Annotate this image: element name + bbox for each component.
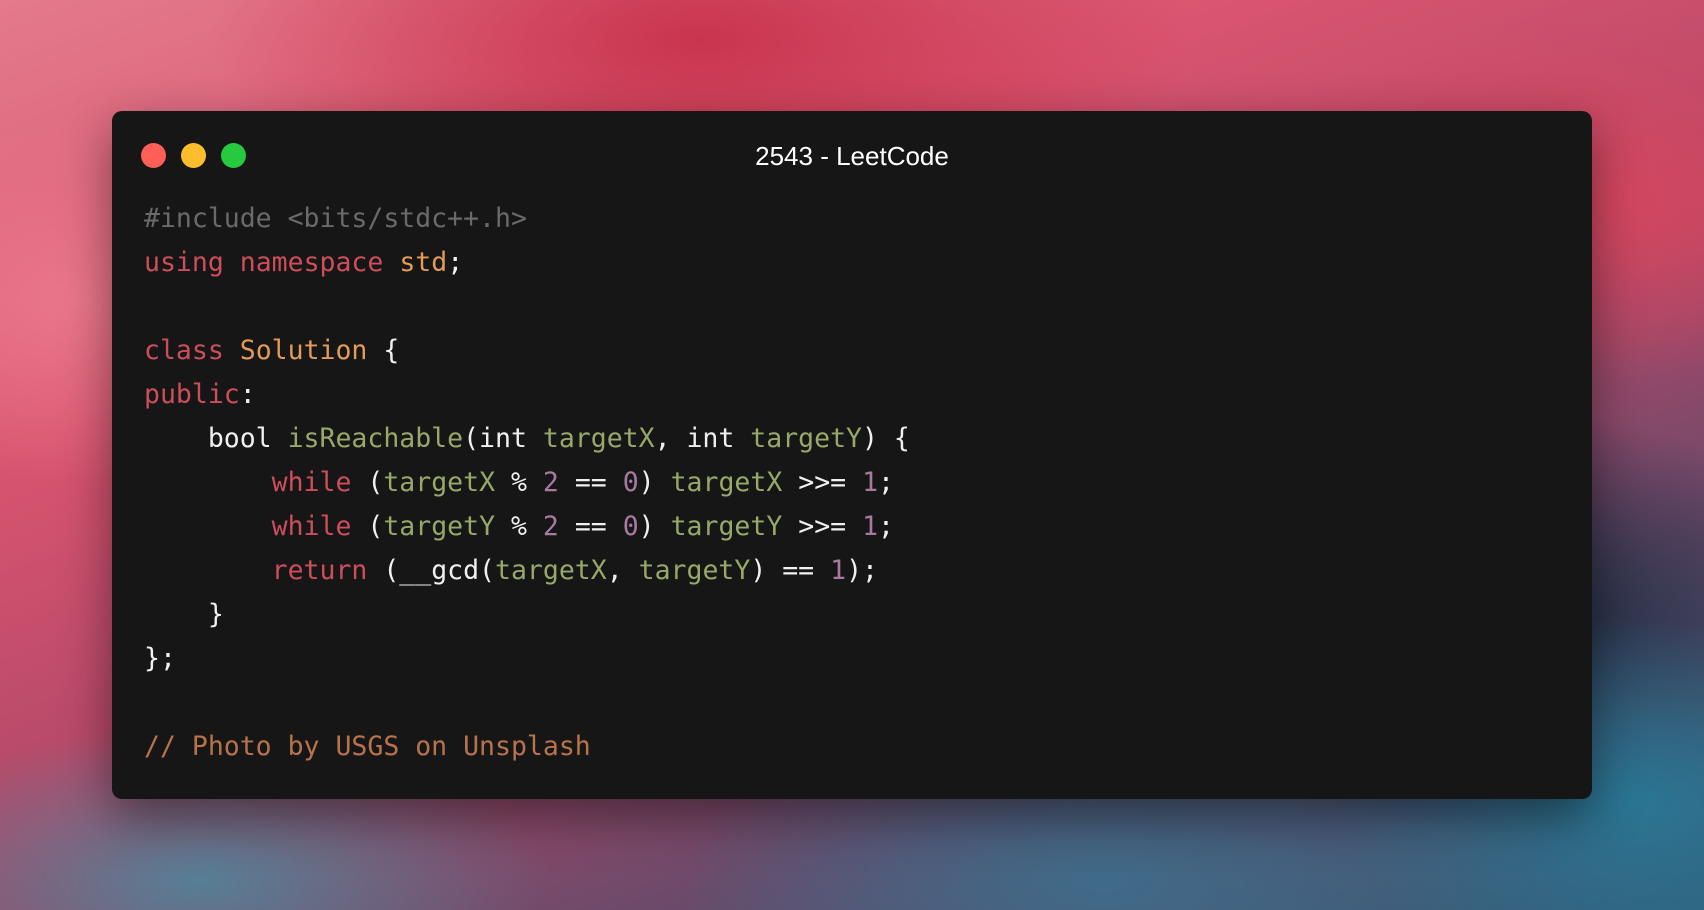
number-literal: 1 xyxy=(862,511,879,542)
var-target-y: targetY xyxy=(638,555,751,586)
keyword-using: using xyxy=(144,247,224,278)
code-line-6: bool isReachable(int targetX, int target… xyxy=(144,417,1592,461)
code-window: 2543 - LeetCode #include <bits/stdc++.h>… xyxy=(112,111,1592,799)
semicolon: ; xyxy=(447,247,464,278)
var-target-x: targetX xyxy=(495,555,607,586)
operator: >>= xyxy=(782,511,863,542)
var-target-x: targetX xyxy=(670,467,783,498)
param-type: (int xyxy=(463,423,543,454)
keyword-class: class xyxy=(144,335,224,366)
var-target-y: targetY xyxy=(383,511,496,542)
keyword-return: return xyxy=(271,555,368,586)
photo-credit-comment: // Photo by USGS on Unsplash xyxy=(144,731,591,762)
number-literal: 2 xyxy=(542,467,559,498)
close-brace: } xyxy=(144,599,224,630)
window-title: 2543 - LeetCode xyxy=(755,141,949,171)
code-line-5: public: xyxy=(144,373,1592,417)
punct: ( xyxy=(351,467,384,498)
param-target-x: targetX xyxy=(542,423,655,454)
code-line-8: while (targetY % 2 == 0) targetY >>= 1; xyxy=(144,505,1592,549)
number-literal: 1 xyxy=(862,467,879,498)
punct: ( xyxy=(351,511,384,542)
operator: == xyxy=(558,467,623,498)
namespace-std: std xyxy=(399,247,448,278)
keyword-while: while xyxy=(271,511,352,542)
return-type: bool xyxy=(144,423,288,454)
param-target-y: targetY xyxy=(750,423,862,454)
operator: >>= xyxy=(782,467,863,498)
keyword-while: while xyxy=(271,467,352,498)
gcd-call: (__gcd( xyxy=(367,555,496,586)
number-literal: 1 xyxy=(830,555,847,586)
number-literal: 2 xyxy=(542,511,559,542)
operator: % xyxy=(495,467,543,498)
var-target-x: targetX xyxy=(383,467,496,498)
function-name: isReachable xyxy=(287,423,464,454)
operator: == xyxy=(558,511,623,542)
code-line-4: class Solution { xyxy=(144,329,1592,373)
code-line-7: while (targetX % 2 == 0) targetX >>= 1; xyxy=(144,461,1592,505)
code-block: #include <bits/stdc++.h> using namespace … xyxy=(112,197,1592,769)
operator: ) == xyxy=(750,555,831,586)
punct: ) xyxy=(638,467,671,498)
punct: ); xyxy=(846,555,878,586)
code-line-11: }; xyxy=(144,637,1592,681)
close-brace-semicolon: }; xyxy=(144,643,176,674)
title-bar: 2543 - LeetCode xyxy=(112,111,1592,197)
code-line-13: // Photo by USGS on Unsplash xyxy=(144,725,1592,769)
class-name: Solution xyxy=(239,335,368,366)
code-line-1: #include <bits/stdc++.h> xyxy=(144,197,1592,241)
colon: : xyxy=(239,379,256,410)
semicolon: ; xyxy=(878,467,894,498)
preprocessor-include: #include <bits/stdc++.h> xyxy=(144,203,527,234)
code-line-9: return (__gcd(targetX, targetY) == 1); xyxy=(144,549,1592,593)
open-brace: ) { xyxy=(861,423,910,454)
semicolon: ; xyxy=(878,511,894,542)
keyword-public: public xyxy=(144,379,240,410)
code-line-2: using namespace std; xyxy=(144,241,1592,285)
var-target-y: targetY xyxy=(670,511,783,542)
punct: , xyxy=(606,555,639,586)
param-type: , int xyxy=(654,423,751,454)
punct: ) xyxy=(638,511,671,542)
operator: % xyxy=(495,511,543,542)
number-literal: 0 xyxy=(622,511,639,542)
keyword-namespace: namespace xyxy=(239,247,384,278)
number-literal: 0 xyxy=(622,467,639,498)
open-brace: { xyxy=(367,335,400,366)
code-line-10: } xyxy=(144,593,1592,637)
